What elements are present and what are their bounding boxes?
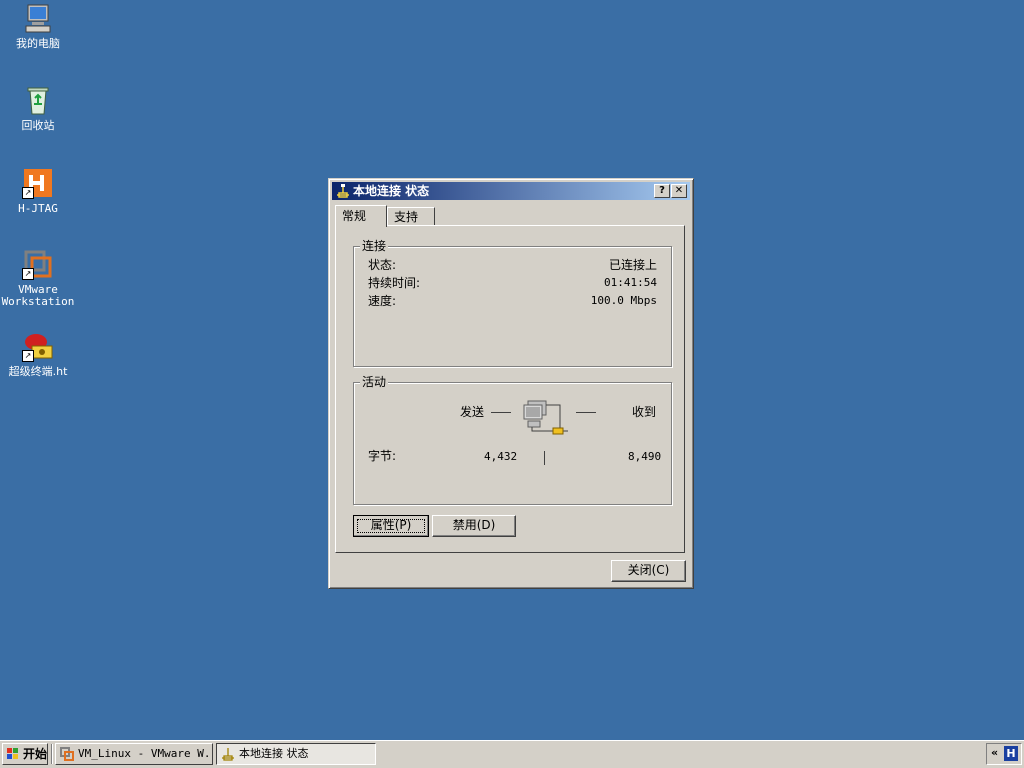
- desktop-icon-label: H-JTAG: [18, 202, 58, 215]
- sent-label: 发送: [460, 405, 485, 419]
- activity-group: 活动 发送 收到 字节: 4,432 8,490: [353, 375, 672, 505]
- desktop-icon-hyperterminal[interactable]: ↗ 超级终端.ht: [0, 330, 76, 378]
- vmware-icon: ↗: [22, 248, 54, 280]
- desktop-icon-label: 我的电脑: [16, 37, 60, 50]
- sent-line: [491, 412, 511, 413]
- help-button[interactable]: ?: [654, 184, 670, 198]
- tab-general[interactable]: 常规: [335, 205, 387, 227]
- tab-support-label: 支持: [394, 210, 419, 224]
- desktop-icon-my-computer[interactable]: 我的电脑: [0, 2, 76, 50]
- connection-group-title: 连接: [360, 239, 389, 253]
- tray-expand-icon[interactable]: «: [991, 746, 998, 759]
- activity-group-title: 活动: [360, 375, 389, 389]
- desktop-icon-label: VMware Workstation: [1, 283, 75, 308]
- task-vmware[interactable]: VM_Linux - VMware W...: [55, 743, 213, 765]
- vmware-icon: [60, 747, 74, 761]
- network-computers-icon: [522, 395, 570, 443]
- desktop-icon-label: 超级终端.ht: [8, 365, 68, 378]
- bytes-label: 字节:: [368, 449, 397, 463]
- desktop-icon-recycle-bin[interactable]: 回收站: [0, 84, 76, 132]
- system-tray: « H: [986, 743, 1022, 765]
- status-value: 已连接上: [608, 258, 657, 272]
- task-vmware-label: VM_Linux - VMware W...: [78, 747, 213, 760]
- bytes-sent-value: 4,432: [484, 450, 518, 463]
- taskbar: 开始 VM_Linux - VMware W... 本地连接 状态 « H: [0, 740, 1024, 768]
- network-icon: [335, 183, 351, 199]
- received-line: [576, 412, 596, 413]
- shortcut-arrow-icon: ↗: [22, 350, 34, 362]
- duration-label: 持续时间:: [368, 276, 421, 290]
- received-label: 收到: [632, 405, 657, 419]
- task-connection-label: 本地连接 状态: [239, 747, 309, 760]
- taskbar-separator: [51, 744, 53, 764]
- dialog-titlebar[interactable]: 本地连接 状态 ? ✕: [332, 182, 690, 200]
- tab-panel-general: 连接 状态: 已连接上 持续时间: 01:41:54 速度: 100.0 Mbp…: [335, 225, 685, 553]
- my-computer-icon: [22, 2, 54, 34]
- desktop-icon-vmware[interactable]: ↗ VMware Workstation: [0, 248, 76, 308]
- disable-button-label: 禁用(D): [452, 518, 496, 532]
- speed-row: 速度: 100.0 Mbps: [368, 293, 657, 309]
- network-icon: [221, 747, 235, 761]
- desktop-icon-h-jtag[interactable]: ↗ H-JTAG: [0, 167, 76, 215]
- status-row: 状态: 已连接上: [368, 257, 657, 273]
- shortcut-arrow-icon: ↗: [22, 187, 34, 199]
- shortcut-arrow-icon: ↗: [22, 268, 34, 280]
- status-label: 状态:: [368, 258, 397, 272]
- close-button[interactable]: 关闭(C): [611, 560, 686, 582]
- focus-rect: [357, 519, 425, 533]
- bytes-divider: [544, 451, 545, 465]
- start-button[interactable]: 开始: [2, 743, 48, 765]
- disable-button[interactable]: 禁用(D): [432, 515, 516, 537]
- task-connection-status[interactable]: 本地连接 状态: [216, 743, 376, 765]
- close-window-button[interactable]: ✕: [671, 184, 687, 198]
- duration-row: 持续时间: 01:41:54: [368, 275, 657, 291]
- speed-label: 速度:: [368, 294, 397, 308]
- tab-general-label: 常规: [342, 209, 367, 223]
- desktop-icon-label: 回收站: [21, 119, 55, 132]
- h-jtag-icon: ↗: [22, 167, 54, 199]
- speed-value: 100.0 Mbps: [590, 294, 657, 307]
- duration-value: 01:41:54: [604, 276, 657, 289]
- properties-button[interactable]: 属性(P): [353, 515, 429, 537]
- bytes-received-value: 8,490: [628, 450, 662, 463]
- tab-support[interactable]: 支持: [387, 207, 435, 226]
- dialog-title: 本地连接 状态: [353, 184, 430, 198]
- connection-status-dialog: 本地连接 状态 ? ✕ 常规 支持 连接 状态: 已连接上 持续时间: 01:4…: [328, 178, 694, 589]
- hyperterminal-icon: ↗: [22, 330, 54, 362]
- start-label: 开始: [23, 747, 48, 761]
- close-button-label: 关闭(C): [627, 563, 670, 577]
- connection-group: 连接 状态: 已连接上 持续时间: 01:41:54 速度: 100.0 Mbp…: [353, 239, 672, 367]
- recycle-bin-icon: [22, 84, 54, 116]
- h-jtag-tray-icon[interactable]: H: [1004, 746, 1018, 761]
- windows-flag-icon: [6, 747, 20, 761]
